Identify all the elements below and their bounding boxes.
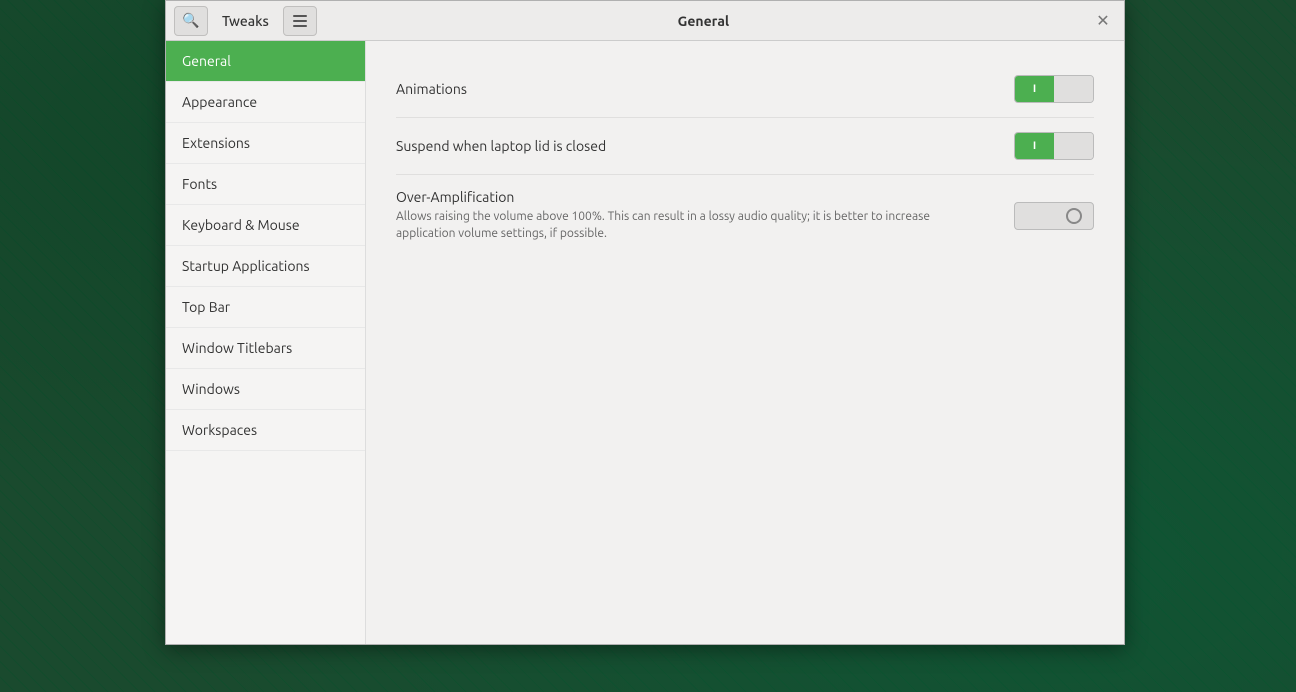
search-icon: 🔍 xyxy=(182,12,199,29)
sidebar-item-windows[interactable]: Windows xyxy=(166,369,365,410)
settings-section: Animations I Suspend when laptop lid is … xyxy=(366,41,1124,277)
sidebar-item-window-titlebars[interactable]: Window Titlebars xyxy=(166,328,365,369)
hamburger-icon xyxy=(293,15,307,27)
animations-toggle-off[interactable] xyxy=(1054,76,1093,102)
suspend-lid-label: Suspend when laptop lid is closed xyxy=(396,138,1014,154)
suspend-lid-toggle[interactable]: I xyxy=(1014,132,1094,160)
animations-toggle[interactable]: I xyxy=(1014,75,1094,103)
over-amplification-label: Over-Amplification xyxy=(396,189,1014,205)
sidebar-item-startup-applications[interactable]: Startup Applications xyxy=(166,246,365,287)
window-body: General Appearance Extensions Fonts Keyb… xyxy=(166,41,1124,644)
over-amplification-row: Over-Amplification Allows raising the vo… xyxy=(396,175,1094,257)
window-title: General xyxy=(317,13,1090,29)
content-area: Animations I Suspend when laptop lid is … xyxy=(366,41,1124,644)
search-button[interactable]: 🔍 xyxy=(174,6,208,36)
tweaks-window: 🔍 Tweaks General ✕ General Appearance Ex… xyxy=(165,0,1125,645)
sidebar-item-top-bar[interactable]: Top Bar xyxy=(166,287,365,328)
over-amplification-toggle-on-right[interactable] xyxy=(1054,203,1093,229)
animations-label: Animations xyxy=(396,81,1014,97)
animations-toggle-on[interactable]: I xyxy=(1015,76,1054,102)
animations-label-group: Animations xyxy=(396,81,1014,97)
sidebar-item-general[interactable]: General xyxy=(166,41,365,82)
animations-row: Animations I xyxy=(396,61,1094,118)
close-button[interactable]: ✕ xyxy=(1090,8,1116,34)
menu-button[interactable] xyxy=(283,6,317,36)
sidebar-item-fonts[interactable]: Fonts xyxy=(166,164,365,205)
titlebar: 🔍 Tweaks General ✕ xyxy=(166,1,1124,41)
over-amplification-label-group: Over-Amplification Allows raising the vo… xyxy=(396,189,1014,243)
sidebar-item-appearance[interactable]: Appearance xyxy=(166,82,365,123)
titlebar-left-controls: 🔍 Tweaks xyxy=(174,6,317,36)
circle-icon xyxy=(1066,208,1082,224)
suspend-lid-toggle-off[interactable] xyxy=(1054,133,1093,159)
suspend-lid-row: Suspend when laptop lid is closed I xyxy=(396,118,1094,175)
suspend-lid-toggle-on[interactable]: I xyxy=(1015,133,1054,159)
close-icon: ✕ xyxy=(1096,11,1109,31)
suspend-lid-label-group: Suspend when laptop lid is closed xyxy=(396,138,1014,154)
over-amplification-toggle-off-left[interactable] xyxy=(1015,203,1054,229)
over-amplification-sublabel: Allows raising the volume above 100%. Th… xyxy=(396,209,976,243)
over-amplification-toggle[interactable] xyxy=(1014,202,1094,230)
sidebar: General Appearance Extensions Fonts Keyb… xyxy=(166,41,366,644)
sidebar-item-keyboard-mouse[interactable]: Keyboard & Mouse xyxy=(166,205,365,246)
sidebar-item-extensions[interactable]: Extensions xyxy=(166,123,365,164)
app-name-label: Tweaks xyxy=(212,9,279,33)
sidebar-item-workspaces[interactable]: Workspaces xyxy=(166,410,365,451)
